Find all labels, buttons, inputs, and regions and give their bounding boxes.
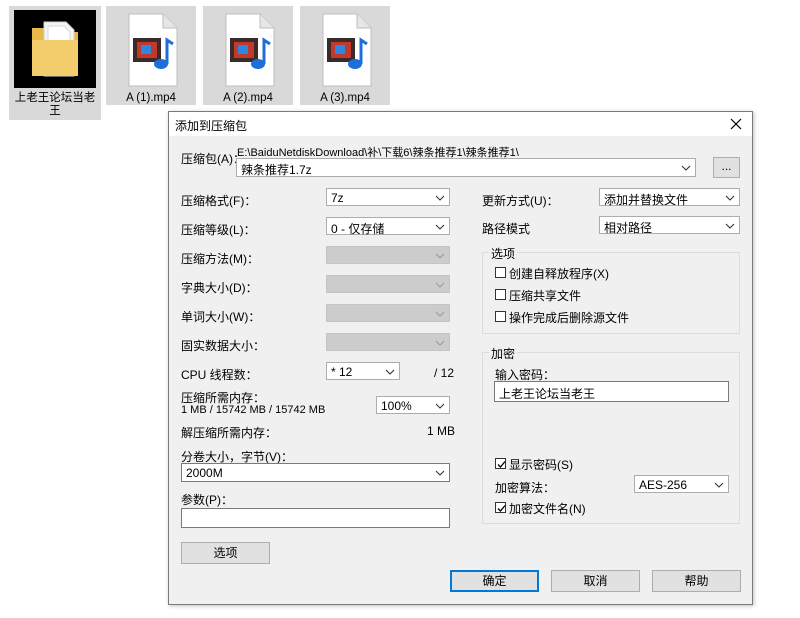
shared-checkbox[interactable] <box>495 289 506 300</box>
mem-percent-select[interactable]: 100% <box>376 396 450 414</box>
add-to-archive-dialog: 添加到压缩包 压缩包(A)： E:\BaiduNetdiskDownload\补… <box>168 111 753 605</box>
checkmark-icon <box>497 505 506 512</box>
password-input[interactable]: 上老王论坛当老王 <box>494 381 729 402</box>
encrypt-method-select[interactable]: AES-256 <box>634 475 729 493</box>
chevron-down-icon <box>681 162 691 172</box>
encrypt-names-label: 加密文件名(N) <box>509 502 586 516</box>
mem-percent-value: 100% <box>381 399 412 413</box>
options-button[interactable]: 选项 <box>181 542 270 564</box>
split-size-combo[interactable]: 2000M <box>181 463 450 482</box>
level-select[interactable]: 0 - 仅存储 <box>326 217 450 236</box>
update-label: 更新方式(U)： <box>482 194 559 208</box>
update-select[interactable]: 添加并替换文件 <box>599 188 740 207</box>
shared-label: 压缩共享文件 <box>509 289 582 303</box>
method-label: 压缩方法(M)： <box>181 252 259 266</box>
chevron-down-icon <box>435 250 445 260</box>
close-icon[interactable] <box>726 114 746 134</box>
options-group-title: 选项 <box>489 245 518 262</box>
cpu-total: / 12 <box>434 366 455 380</box>
format-select[interactable]: 7z <box>326 188 450 206</box>
folder-icon <box>14 10 96 88</box>
sfx-label: 创建自释放程序(X) <box>509 267 609 281</box>
path-mode-label: 路径模式 <box>482 222 531 236</box>
level-label: 压缩等级(L)： <box>181 223 256 237</box>
split-value: 2000M <box>186 466 223 480</box>
word-select[interactable] <box>326 304 450 322</box>
level-value: 0 - 仅存储 <box>331 222 385 236</box>
solid-label: 固实数据大小： <box>181 339 266 353</box>
chevron-down-icon <box>435 308 445 318</box>
ok-button[interactable]: 确定 <box>450 570 539 592</box>
encrypt-names-checkbox[interactable] <box>495 502 506 513</box>
chevron-down-icon <box>435 221 445 231</box>
path-mode-value: 相对路径 <box>604 221 653 235</box>
cancel-button[interactable]: 取消 <box>551 570 640 592</box>
path-mode-select[interactable]: 相对路径 <box>599 216 740 235</box>
browse-button[interactable]: ... <box>713 157 740 178</box>
cpu-label: CPU 线程数： <box>181 368 258 382</box>
show-password-checkbox[interactable] <box>495 458 506 469</box>
encrypt-method-value: AES-256 <box>639 478 688 492</box>
word-label: 单词大小(W)： <box>181 310 261 324</box>
dict-select[interactable] <box>326 275 450 293</box>
format-label: 压缩格式(F)： <box>181 194 257 208</box>
password-value: 上老王论坛当老王 <box>499 387 596 401</box>
update-value: 添加并替换文件 <box>604 193 689 207</box>
params-label: 参数(P)： <box>181 493 233 507</box>
desktop-video-item[interactable]: A (2).mp4 <box>203 6 293 105</box>
encrypt-method-label: 加密算法： <box>495 481 556 495</box>
help-button[interactable]: 帮助 <box>652 570 741 592</box>
cpu-value: * 12 <box>331 365 353 379</box>
cpu-select[interactable]: * 12 <box>326 362 400 380</box>
mem-decomp-value: 1 MB <box>427 424 456 438</box>
file-name: A (3).mp4 <box>320 92 370 104</box>
video-file-icon <box>315 12 375 88</box>
archive-name-combo[interactable]: 辣条推荐1.7z <box>236 158 696 177</box>
file-name: 上老王论坛当老王 <box>14 92 96 117</box>
delete-after-label: 操作完成后删除源文件 <box>509 311 630 325</box>
mem-decomp-label: 解压缩所需内存： <box>181 426 278 440</box>
sfx-checkbox[interactable] <box>495 267 506 278</box>
title-bar[interactable]: 添加到压缩包 <box>169 112 752 136</box>
dict-label: 字典大小(D)： <box>181 281 258 295</box>
chevron-down-icon <box>435 337 445 347</box>
chevron-down-icon <box>435 279 445 289</box>
encryption-group-title: 加密 <box>489 345 518 362</box>
chevron-down-icon <box>435 192 445 202</box>
params-input[interactable] <box>181 508 450 528</box>
chevron-down-icon <box>435 400 445 410</box>
dialog-title: 添加到压缩包 <box>175 119 248 133</box>
video-file-icon <box>218 12 278 88</box>
chevron-down-icon <box>435 467 445 477</box>
archive-name-value: 辣条推荐1.7z <box>241 163 312 177</box>
file-name: A (2).mp4 <box>223 92 273 104</box>
show-password-label: 显示密码(S) <box>509 458 573 472</box>
format-value: 7z <box>331 191 344 205</box>
desktop-folder-item[interactable]: 上老王论坛当老王 <box>9 6 101 120</box>
desktop-video-item[interactable]: A (3).mp4 <box>300 6 390 105</box>
solid-select[interactable] <box>326 333 450 351</box>
chevron-down-icon <box>725 192 735 202</box>
chevron-down-icon <box>725 220 735 230</box>
method-select[interactable] <box>326 246 450 264</box>
desktop-video-item[interactable]: A (1).mp4 <box>106 6 196 105</box>
file-name: A (1).mp4 <box>126 92 176 104</box>
delete-after-checkbox[interactable] <box>495 311 506 322</box>
chevron-down-icon <box>714 479 724 489</box>
mem-comp-value: 1 MB / 15742 MB / 15742 MB <box>181 404 326 416</box>
chevron-down-icon <box>385 366 395 376</box>
checkmark-icon <box>497 461 506 468</box>
video-file-icon <box>121 12 181 88</box>
